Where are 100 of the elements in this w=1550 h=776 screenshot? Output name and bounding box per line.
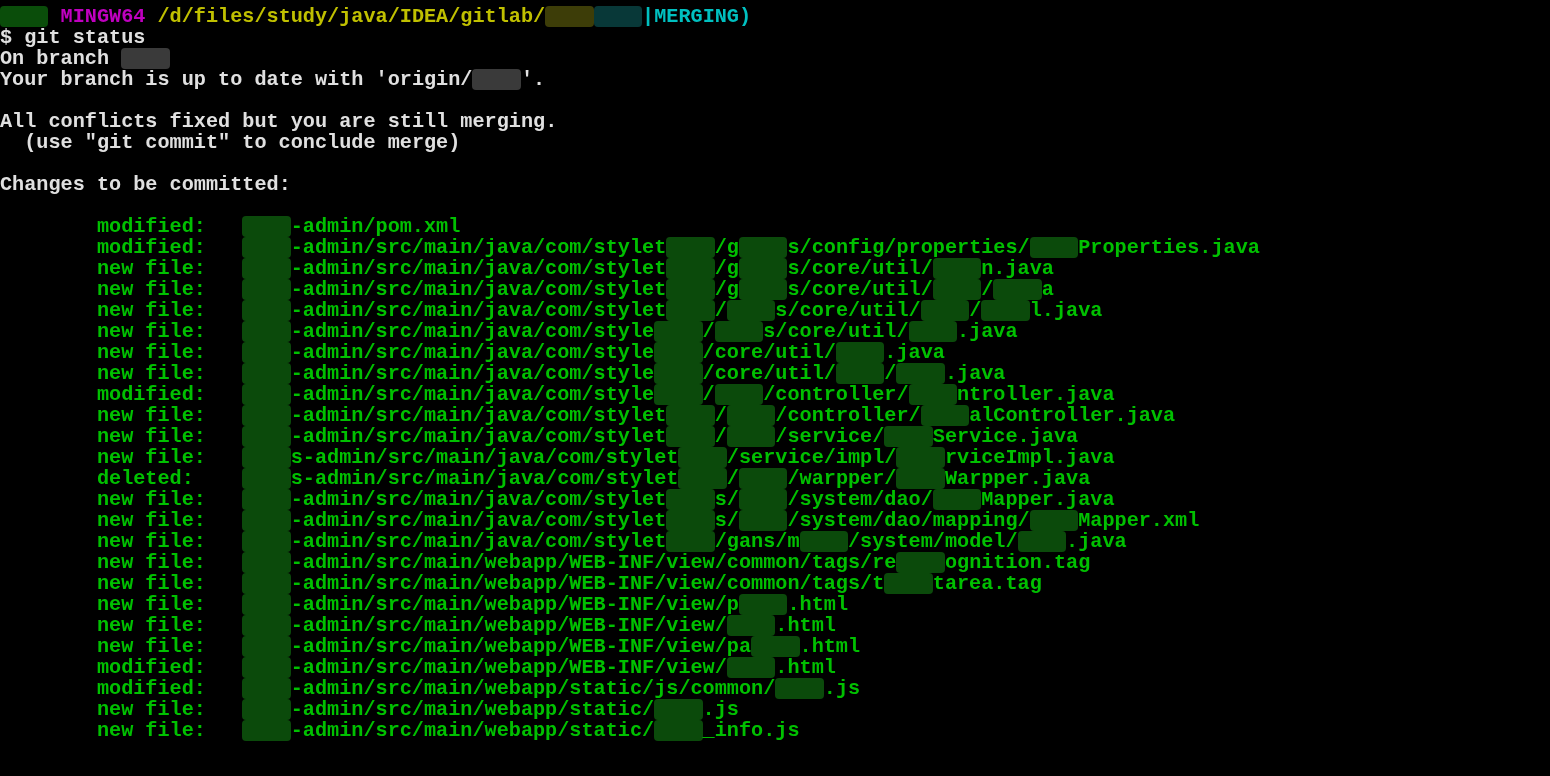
redaction-mark bbox=[884, 573, 933, 594]
file-status: new file: bbox=[96, 279, 207, 300]
file-path: .java bbox=[957, 321, 1018, 342]
redaction-mark bbox=[1029, 510, 1079, 531]
redaction-mark bbox=[932, 258, 982, 279]
redaction-mark bbox=[666, 237, 715, 258]
file-path: /g bbox=[714, 279, 739, 300]
file-path: -admin/src/main/java/com/stylet bbox=[290, 279, 667, 300]
file-path: .java bbox=[944, 363, 1006, 384]
redaction-mark bbox=[738, 510, 788, 531]
file-path: s/core/util/ bbox=[775, 300, 921, 321]
terminal-text: |MERGING) bbox=[642, 6, 752, 27]
file-status: new file: bbox=[96, 636, 207, 657]
file-path: ognition.tag bbox=[944, 552, 1091, 573]
file-status: new file: bbox=[96, 342, 207, 363]
file-path: s/core/util/ bbox=[787, 258, 933, 279]
redaction-mark bbox=[714, 384, 764, 405]
file-status: new file: bbox=[96, 489, 207, 510]
file-status: modified: bbox=[96, 384, 207, 405]
file-status: deleted: bbox=[96, 468, 195, 489]
file-path: .java bbox=[1066, 531, 1127, 552]
file-path: -admin/src/main/webapp/static/ bbox=[290, 720, 655, 741]
redaction-mark bbox=[1029, 237, 1079, 258]
redaction-mark bbox=[654, 699, 703, 720]
file-path: /g bbox=[714, 258, 739, 279]
file-status: new file: bbox=[96, 720, 207, 741]
file-path: /controller/ bbox=[763, 384, 909, 405]
file-status: new file: bbox=[96, 573, 207, 594]
terminal-text: '. bbox=[520, 69, 546, 90]
file-status: new file: bbox=[96, 447, 207, 468]
file-path: -admin/src/main/java/com/stylet bbox=[290, 510, 667, 531]
terminal-text: (use "git commit" to conclude merge) bbox=[24, 132, 461, 153]
file-path: alController.java bbox=[969, 405, 1176, 426]
file-status: modified: bbox=[96, 657, 207, 678]
file-path: / bbox=[702, 321, 715, 342]
file-path: s/ bbox=[714, 489, 739, 510]
file-path: -admin/src/main/java/com/stylet bbox=[290, 426, 667, 447]
file-path: Mapper.java bbox=[981, 489, 1115, 510]
redaction-mark bbox=[884, 426, 933, 447]
redaction-mark bbox=[751, 636, 800, 657]
file-path: / bbox=[714, 300, 727, 321]
file-path: /system/dao/ bbox=[787, 489, 933, 510]
file-path: .js bbox=[823, 678, 861, 699]
file-path: s/core/util/ bbox=[763, 321, 909, 342]
file-path: / bbox=[726, 468, 739, 489]
file-path: -admin/src/main/java/com/style bbox=[290, 321, 655, 342]
file-path: -admin/src/main/webapp/WEB-INF/view/ bbox=[290, 615, 727, 636]
file-path: -admin/src/main/webapp/WEB-INF/view/ bbox=[290, 657, 727, 678]
file-path: .java bbox=[884, 342, 945, 363]
file-path: -admin/src/main/java/com/stylet bbox=[290, 489, 667, 510]
file-path: Properties.java bbox=[1078, 237, 1260, 258]
file-path: n.java bbox=[981, 258, 1054, 279]
file-path: .js bbox=[702, 699, 739, 720]
file-path: s/core/util/ bbox=[787, 279, 933, 300]
redaction-mark bbox=[896, 468, 945, 489]
file-path: rviceImpl.java bbox=[944, 447, 1115, 468]
terminal-text: All conflicts fixed but you are still merging. bbox=[0, 111, 558, 132]
file-path: -admin/src/main/java/com/stylet bbox=[290, 300, 667, 321]
file-path: /g bbox=[714, 237, 739, 258]
file-path: -admin/src/main/java/com/style bbox=[290, 363, 655, 384]
redaction-mark bbox=[799, 531, 848, 552]
redaction-mark bbox=[993, 279, 1042, 300]
file-path: /system/dao/mapping/ bbox=[787, 510, 1030, 531]
terminal-text: $ git status bbox=[0, 27, 146, 48]
file-path: -admin/pom.xml bbox=[290, 216, 461, 237]
terminal-text: On branch bbox=[0, 48, 110, 69]
file-path: /core/util/ bbox=[702, 363, 836, 384]
redaction-mark bbox=[726, 426, 776, 447]
file-status: new file: bbox=[96, 363, 207, 384]
redaction-mark bbox=[981, 300, 1030, 321]
file-status: new file: bbox=[96, 510, 207, 531]
file-status: new file: bbox=[96, 594, 207, 615]
file-path: -admin/src/main/java/com/stylet bbox=[290, 531, 667, 552]
file-path: /service/impl/ bbox=[726, 447, 897, 468]
redaction-mark bbox=[775, 678, 824, 699]
file-path: -admin/src/main/java/com/stylet bbox=[290, 237, 667, 258]
file-status: new file: bbox=[96, 300, 207, 321]
file-path: -admin/src/main/webapp/WEB-INF/view/common/tags/re bbox=[290, 552, 897, 573]
redaction-mark bbox=[738, 594, 788, 615]
file-path: Mapper.xml bbox=[1078, 510, 1200, 531]
redaction-mark bbox=[1017, 531, 1067, 552]
redaction-mark bbox=[666, 531, 715, 552]
file-path: -admin/src/main/java/com/stylet bbox=[290, 258, 667, 279]
file-status: modified: bbox=[96, 678, 207, 699]
file-status: new file: bbox=[96, 552, 207, 573]
redaction-mark bbox=[726, 657, 776, 678]
file-path: l.java bbox=[1029, 300, 1103, 321]
file-path: -admin/src/main/webapp/static/ bbox=[290, 699, 655, 720]
file-status: modified: bbox=[96, 237, 207, 258]
file-path: /warpper/ bbox=[787, 468, 897, 489]
redaction-mark bbox=[738, 468, 788, 489]
file-path: Service.java bbox=[932, 426, 1079, 447]
file-path: s-admin/src/main/java/com/stylet bbox=[290, 468, 679, 489]
file-status: new file: bbox=[96, 321, 207, 342]
redaction-mark bbox=[738, 237, 788, 258]
file-status: new file: bbox=[96, 699, 207, 720]
file-status: new file: bbox=[96, 258, 207, 279]
file-path: -admin/src/main/webapp/static/js/common/ bbox=[290, 678, 776, 699]
file-path: .html bbox=[787, 594, 848, 615]
file-path: ntroller.java bbox=[957, 384, 1115, 405]
